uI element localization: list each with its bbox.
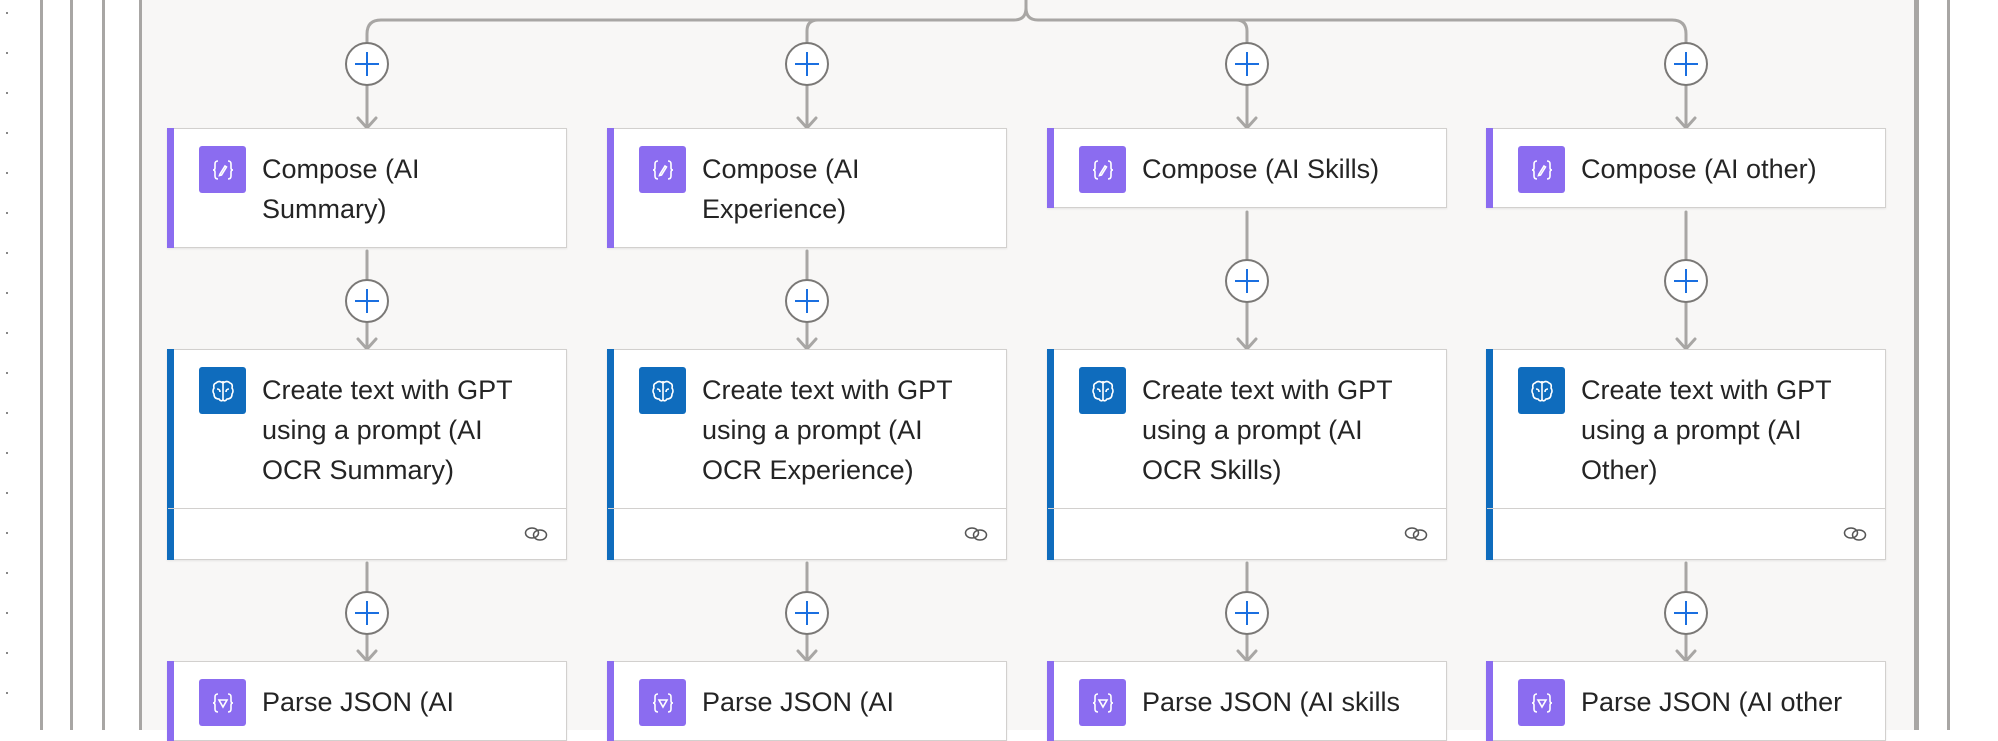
parse-json-action-card[interactable]: Parse JSON (AI skills [1047,661,1447,741]
parse-json-icon [199,679,246,726]
compose-braces-icon [199,146,246,193]
compose-action-card[interactable]: Compose (AI Summary) [167,128,567,248]
card-title: Compose (AI other) [1581,154,1817,184]
card-title: Compose (AI Summary) [262,154,420,224]
card-title: Create text with GPT using a prompt (AI … [262,375,513,485]
compose-action-card[interactable]: Compose (AI other) [1486,128,1886,208]
add-step-plus-icon[interactable] [785,591,829,635]
card-title: Create text with GPT using a prompt (AI … [702,375,953,485]
left-ruler [0,0,16,730]
card-title: Parse JSON (AI [702,687,895,717]
gpt-prompt-action-card[interactable]: Create text with GPT using a prompt (AI … [167,349,567,560]
card-footer [1487,508,1885,559]
compose-action-card[interactable]: Compose (AI Experience) [607,128,1007,248]
parse-json-action-card[interactable]: Parse JSON (AI [607,661,1007,741]
link-chain-icon[interactable] [964,525,988,543]
add-step-plus-icon[interactable] [785,279,829,323]
gpt-prompt-action-card[interactable]: Create text with GPT using a prompt (AI … [1047,349,1447,560]
compose-action-card[interactable]: Compose (AI Skills) [1047,128,1447,208]
ai-brain-icon [639,367,686,414]
compose-braces-icon [1079,146,1126,193]
parse-json-icon [1079,679,1126,726]
ai-brain-icon [1079,367,1126,414]
outer-scope-border-left-2 [70,0,73,730]
compose-braces-icon [639,146,686,193]
outer-scope-border-left-1 [40,0,43,730]
ai-brain-icon [1518,367,1565,414]
add-step-plus-icon[interactable] [1664,591,1708,635]
parse-json-icon [1518,679,1565,726]
card-footer [608,508,1006,559]
add-step-plus-icon[interactable] [1225,591,1269,635]
parse-json-icon [639,679,686,726]
compose-braces-icon [1518,146,1565,193]
card-title: Compose (AI Experience) [702,154,860,224]
ai-brain-icon [199,367,246,414]
gpt-prompt-action-card[interactable]: Create text with GPT using a prompt (AI … [1486,349,1886,560]
parse-json-action-card[interactable]: Parse JSON (AI other [1486,661,1886,741]
add-step-plus-icon[interactable] [1664,259,1708,303]
link-chain-icon[interactable] [1404,525,1428,543]
add-step-plus-icon[interactable] [345,279,389,323]
card-footer [1048,508,1446,559]
add-step-plus-icon[interactable] [1225,259,1269,303]
link-chain-icon[interactable] [1843,525,1867,543]
outer-scope-border-left-3 [102,0,105,730]
parse-json-action-card[interactable]: Parse JSON (AI [167,661,567,741]
card-title: Create text with GPT using a prompt (AI … [1581,375,1832,485]
card-title: Compose (AI Skills) [1142,154,1380,184]
gpt-prompt-action-card[interactable]: Create text with GPT using a prompt (AI … [607,349,1007,560]
add-step-plus-icon[interactable] [345,42,389,86]
card-footer [168,508,566,559]
link-chain-icon[interactable] [524,525,548,543]
card-title: Create text with GPT using a prompt (AI … [1142,375,1393,485]
outer-scope-border-right-1 [1947,0,1950,730]
add-step-plus-icon[interactable] [345,591,389,635]
add-step-plus-icon[interactable] [1225,42,1269,86]
card-title: Parse JSON (AI other [1581,687,1843,717]
add-step-plus-icon[interactable] [1664,42,1708,86]
add-step-plus-icon[interactable] [785,42,829,86]
card-title: Parse JSON (AI [262,687,455,717]
card-title: Parse JSON (AI skills [1142,687,1401,717]
